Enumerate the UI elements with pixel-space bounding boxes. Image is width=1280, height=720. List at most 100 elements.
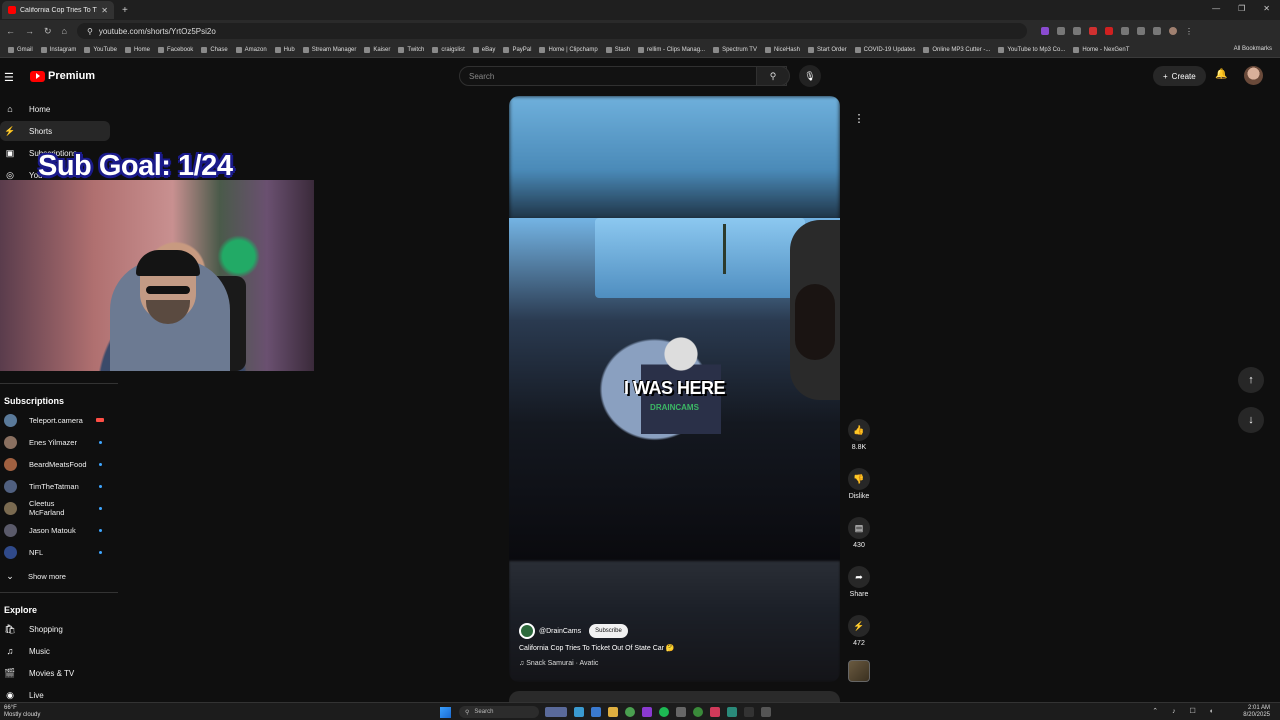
terminal-icon[interactable]: [744, 707, 754, 717]
spotify-icon[interactable]: [659, 707, 669, 717]
bookmark-item[interactable]: Chase: [201, 46, 228, 53]
sidebar-item-shorts[interactable]: ⚡ Shorts: [0, 121, 110, 141]
app-icon[interactable]: [642, 707, 652, 717]
windows-start-icon[interactable]: [440, 707, 451, 718]
subscription-item[interactable]: Teleport.camera: [0, 410, 110, 430]
comments-button[interactable]: ▤: [848, 517, 870, 539]
bookmark-item[interactable]: Stream Manager: [302, 46, 356, 53]
video-title[interactable]: California Cop Tries To Ticket Out Of St…: [519, 644, 675, 652]
bookmark-item[interactable]: Home - NexGenT: [1073, 46, 1129, 53]
new-tab-icon[interactable]: +: [122, 5, 128, 16]
reload-icon[interactable]: ↻: [44, 26, 52, 37]
bookmark-item[interactable]: COVID-19 Updates: [854, 46, 915, 53]
music-credit[interactable]: ♫ Snack Samurai · Avatic: [519, 660, 598, 667]
short-video-player[interactable]: I WAS HERE DRAINCAMS @DrainCams Subscrib…: [509, 96, 840, 682]
weather-widget[interactable]: 66°F Mostly cloudy: [4, 705, 40, 719]
app-icon[interactable]: [727, 707, 737, 717]
app-icon[interactable]: [574, 707, 584, 717]
more-options-icon[interactable]: ⋮: [848, 107, 870, 129]
voice-search-button[interactable]: 🎙: [799, 65, 821, 87]
browser-tab[interactable]: California Cop Tries To Tick ✕: [2, 1, 114, 19]
bookmark-item[interactable]: Stash: [605, 46, 630, 53]
explore-item[interactable]: 🛍 Shopping: [0, 619, 110, 639]
bookmark-item[interactable]: Facebook: [157, 46, 193, 53]
extension-icon[interactable]: [1120, 26, 1129, 35]
previous-short-button[interactable]: ↑: [1238, 367, 1264, 393]
all-bookmarks[interactable]: All Bookmarks: [1233, 46, 1272, 52]
extension-icon[interactable]: [1104, 26, 1113, 35]
url-bar[interactable]: ⚲ youtube.com/shorts/YrtOz5Psi2o: [76, 23, 1027, 39]
account-avatar[interactable]: [1244, 66, 1263, 85]
bookmark-item[interactable]: Start Order: [807, 46, 847, 53]
subscription-item[interactable]: NFL: [0, 542, 110, 562]
bookmark-item[interactable]: rellim - Clips Manag...: [638, 46, 705, 53]
menu-dots-icon[interactable]: ⋮: [1185, 27, 1193, 36]
subscription-item[interactable]: BeardMeatsFood: [0, 454, 110, 474]
bookmark-item[interactable]: Gmail: [8, 46, 33, 53]
extension-icon[interactable]: [1040, 26, 1049, 35]
subscription-item[interactable]: Jason Matouk: [0, 520, 110, 540]
youtube-logo[interactable]: Premium: [30, 70, 95, 82]
bookmark-item[interactable]: NiceHash: [764, 46, 800, 53]
taskbar-search[interactable]: ⚲ Search: [459, 706, 539, 718]
subscription-item[interactable]: Cleetus McFarland: [0, 498, 110, 518]
bookmark-item[interactable]: Spectrum TV: [713, 46, 757, 53]
channel-name[interactable]: @DrainCams: [539, 628, 581, 635]
extension-icon[interactable]: [1056, 26, 1065, 35]
notifications-bell-icon[interactable]: 🔔: [1215, 69, 1227, 80]
back-icon[interactable]: ←: [6, 26, 15, 37]
bookmark-item[interactable]: YouTube to Mp3 Co...: [998, 46, 1065, 53]
extension-icon[interactable]: [1072, 26, 1081, 35]
close-window-icon[interactable]: ✕: [1263, 4, 1270, 13]
close-tab-icon[interactable]: ✕: [101, 6, 108, 15]
next-short-button[interactable]: ↓: [1238, 407, 1264, 433]
like-button[interactable]: 👍: [848, 419, 870, 441]
app-icon[interactable]: [591, 707, 601, 717]
explore-item[interactable]: 🎬 Movies & TV: [0, 663, 110, 683]
sidebar-item-home[interactable]: ⌂ Home: [0, 99, 110, 119]
remix-button[interactable]: ⚡: [848, 615, 870, 637]
chrome-icon[interactable]: [625, 707, 635, 717]
site-info-icon[interactable]: ⚲: [87, 27, 93, 36]
subscription-item[interactable]: TimTheTatman: [0, 476, 110, 496]
bookmark-item[interactable]: Home: [124, 46, 150, 53]
bookmark-item[interactable]: Online MP3 Cutter -...: [923, 46, 990, 53]
minimize-icon[interactable]: —: [1212, 4, 1220, 13]
search-input[interactable]: Search: [459, 66, 787, 86]
subscribe-button[interactable]: Subscribe: [589, 624, 628, 638]
bookmark-item[interactable]: Kaiser: [364, 46, 390, 53]
bookmark-item[interactable]: PayPal: [503, 46, 531, 53]
bookmark-item[interactable]: Hub: [274, 46, 295, 53]
taskbar-clock[interactable]: 2:01 AM 8/20/2025: [1243, 705, 1270, 719]
bookmark-item[interactable]: craigslist: [432, 46, 465, 53]
home-browser-icon[interactable]: ⌂: [62, 26, 67, 37]
bookmark-item[interactable]: eBay: [472, 46, 495, 53]
subscription-item[interactable]: Enes Yilmazer: [0, 432, 110, 452]
app-icon[interactable]: [676, 707, 686, 717]
profile-icon[interactable]: [1168, 26, 1177, 35]
channel-avatar[interactable]: [519, 623, 535, 639]
bookmark-item[interactable]: Twitch: [398, 46, 424, 53]
folder-icon[interactable]: [608, 707, 618, 717]
sound-thumbnail[interactable]: [848, 660, 870, 682]
hamburger-menu-icon[interactable]: ☰: [4, 71, 14, 84]
forward-icon[interactable]: →: [25, 26, 34, 37]
extension-icon[interactable]: [1152, 26, 1161, 35]
xbox-icon[interactable]: [693, 707, 703, 717]
extension-icon[interactable]: [1136, 26, 1145, 35]
app-icon[interactable]: [545, 707, 567, 717]
bookmark-item[interactable]: Amazon: [235, 46, 267, 53]
app-icon[interactable]: [761, 707, 771, 717]
bookmark-item[interactable]: Instagram: [40, 46, 76, 53]
app-icon[interactable]: [710, 707, 720, 717]
create-button[interactable]: + Create: [1153, 66, 1206, 86]
share-button[interactable]: ➦: [848, 566, 870, 588]
dislike-button[interactable]: 👎: [848, 468, 870, 490]
bookmark-item[interactable]: Home | Clipchamp: [539, 46, 598, 53]
explore-item[interactable]: ♫ Music: [0, 641, 110, 661]
maximize-icon[interactable]: ❐: [1238, 4, 1245, 13]
extension-icon[interactable]: [1088, 26, 1097, 35]
bookmark-item[interactable]: YouTube: [84, 46, 117, 53]
show-more-button[interactable]: ⌄ Show more: [0, 566, 110, 586]
system-tray[interactable]: ⌃ ♪ ☐ ◐: [1152, 707, 1220, 715]
